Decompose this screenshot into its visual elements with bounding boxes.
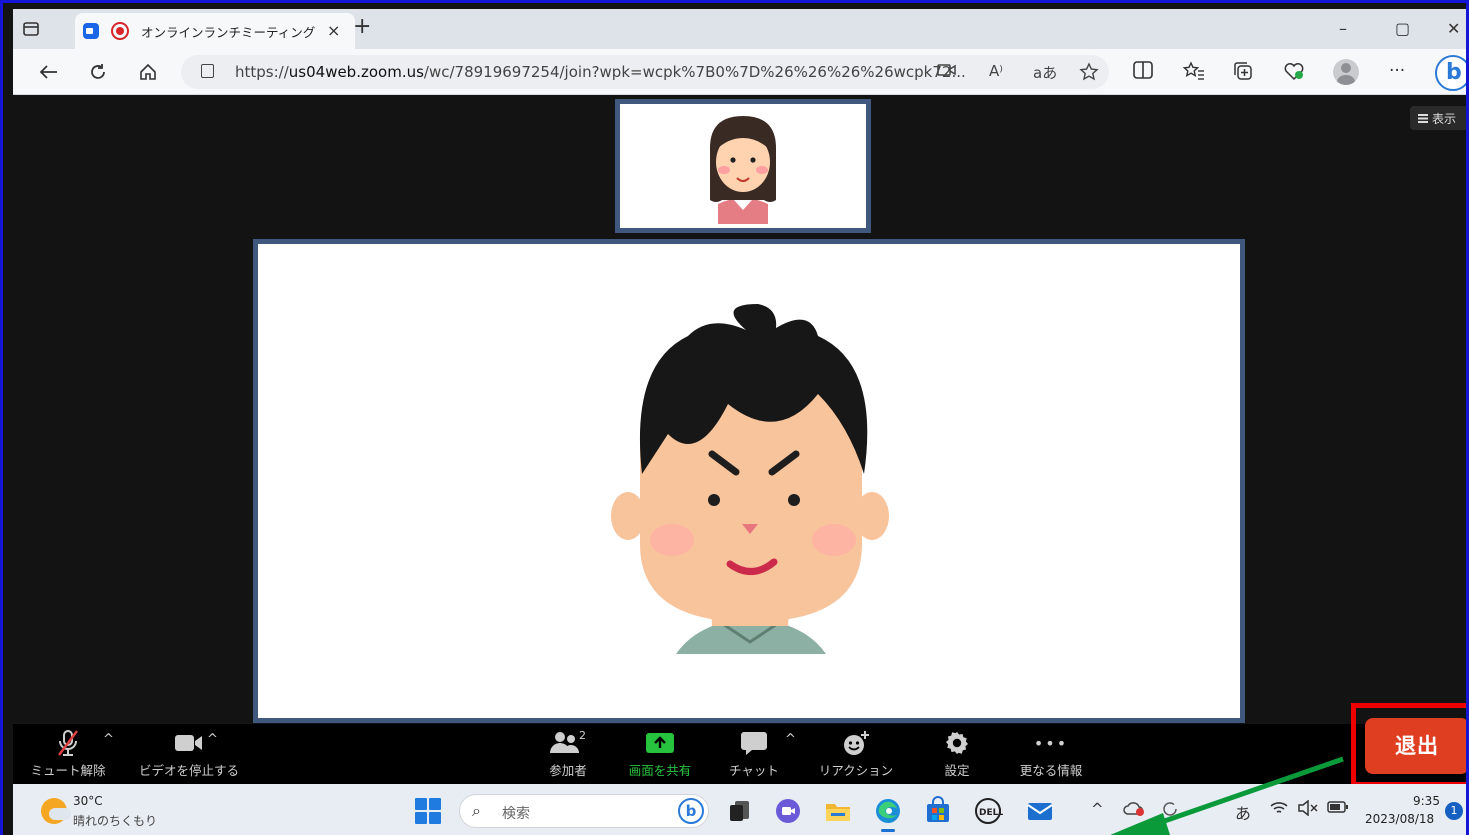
teams-chat-icon[interactable] bbox=[773, 796, 803, 826]
share-screen-label: 画面を共有 bbox=[628, 763, 692, 778]
active-tab[interactable]: オンラインランチミーティング × bbox=[75, 13, 355, 49]
favorite-star-icon[interactable] bbox=[1079, 62, 1099, 86]
weather-description[interactable]: 晴れのちくもり bbox=[73, 812, 157, 829]
more-options-button[interactable]: ••• 更なる情報 bbox=[1011, 728, 1091, 782]
profile-avatar-icon[interactable] bbox=[1333, 59, 1359, 85]
search-placeholder: 検索 bbox=[502, 806, 530, 822]
weather-sun-cloud-icon[interactable] bbox=[41, 798, 71, 824]
active-speaker-tile[interactable] bbox=[253, 239, 1245, 723]
share-screen-button[interactable]: 画面を共有 bbox=[619, 728, 701, 782]
man-avatar-illustration bbox=[611, 304, 889, 654]
woman-avatar-illustration bbox=[710, 116, 776, 224]
refresh-icon[interactable] bbox=[85, 59, 111, 85]
clock-date[interactable]: 2023/08/18 bbox=[1365, 812, 1434, 826]
reactions-label: リアクション bbox=[818, 763, 894, 778]
collections-icon[interactable] bbox=[1233, 61, 1253, 86]
split-screen-icon[interactable] bbox=[1133, 61, 1153, 84]
chat-options-caret-icon[interactable]: ^ bbox=[785, 732, 796, 747]
grid-view-icon bbox=[1418, 114, 1428, 123]
view-label: 表示 bbox=[1432, 112, 1457, 126]
edge-browser-icon[interactable] bbox=[873, 796, 903, 832]
address-bar[interactable]: https://us04web.zoom.us/wc/78919697254/j… bbox=[181, 55, 1109, 89]
back-arrow-icon[interactable] bbox=[35, 59, 61, 85]
video-camera-icon bbox=[175, 735, 202, 751]
gear-icon bbox=[946, 732, 968, 754]
more-menu-icon[interactable]: ··· bbox=[1389, 61, 1405, 81]
stop-video-label: ビデオを停止する bbox=[138, 763, 239, 778]
screenshot-frame: オンラインランチミーティング × + – ▢ ✕ https://us04web… bbox=[0, 0, 1469, 835]
read-aloud-icon[interactable]: A⁾ bbox=[989, 62, 1003, 80]
participants-label: 参加者 bbox=[549, 763, 587, 778]
tab-close-icon[interactable]: × bbox=[327, 21, 340, 40]
annotation-arrow-icon bbox=[1110, 756, 1344, 835]
more-options-label: 更なる情報 bbox=[1019, 763, 1083, 778]
settings-label: 設定 bbox=[944, 763, 970, 778]
bing-search-icon[interactable]: b bbox=[678, 798, 704, 824]
leave-meeting-button[interactable]: 退出 bbox=[1365, 718, 1466, 774]
notification-badge[interactable]: 1 bbox=[1445, 802, 1463, 820]
page-info-icon[interactable] bbox=[201, 64, 214, 78]
stop-video-button[interactable]: ビデオを停止する bbox=[131, 728, 247, 782]
bing-copilot-button[interactable]: b bbox=[1435, 55, 1466, 91]
file-explorer-icon[interactable] bbox=[823, 796, 853, 826]
participants-icon: 2 bbox=[550, 729, 586, 753]
meeting-video-area: 表示 bbox=[13, 96, 1466, 724]
minimize-button[interactable]: – bbox=[1339, 19, 1347, 38]
tab-title: オンラインランチミーティング bbox=[141, 25, 316, 40]
audio-options-caret-icon[interactable]: ^ bbox=[103, 732, 114, 747]
browser-tab-strip: オンラインランチミーティング × + – ▢ ✕ bbox=[13, 9, 1466, 49]
restore-button[interactable]: ▢ bbox=[1395, 19, 1410, 38]
chat-bubble-icon bbox=[741, 732, 767, 755]
translate-icon[interactable]: aあ bbox=[1033, 62, 1057, 83]
view-toggle-button[interactable]: 表示 bbox=[1410, 106, 1466, 130]
unmute-label: ミュート解除 bbox=[30, 763, 106, 778]
reaction-emoji-icon bbox=[844, 731, 869, 755]
search-icon: ⌕ bbox=[472, 801, 481, 820]
tab-actions-icon[interactable] bbox=[19, 17, 43, 41]
taskbar-search-box[interactable]: ⌕ 検索 b bbox=[459, 794, 709, 828]
chat-button[interactable]: チャット bbox=[719, 728, 789, 782]
favorites-icon[interactable] bbox=[1182, 61, 1205, 86]
weather-temperature[interactable]: 30°C bbox=[73, 794, 103, 808]
windows-start-icon[interactable] bbox=[415, 798, 441, 824]
close-window-button[interactable]: ✕ bbox=[1447, 19, 1460, 38]
new-tab-button[interactable]: + bbox=[353, 16, 371, 38]
home-icon[interactable] bbox=[135, 59, 161, 85]
settings-button[interactable]: 設定 bbox=[929, 728, 985, 782]
browser-essentials-icon[interactable] bbox=[1283, 61, 1305, 86]
participants-button[interactable]: 2 参加者 bbox=[533, 728, 603, 782]
dell-app-icon[interactable]: DELL bbox=[973, 796, 1004, 826]
task-view-icon[interactable] bbox=[725, 796, 755, 826]
browser-toolbar: https://us04web.zoom.us/wc/78919697254/j… bbox=[13, 49, 1466, 95]
video-options-caret-icon[interactable]: ^ bbox=[207, 732, 218, 747]
more-dots-icon: ••• bbox=[1033, 733, 1069, 753]
url-text[interactable]: https://us04web.zoom.us/wc/78919697254/j… bbox=[235, 63, 966, 81]
recording-icon bbox=[111, 22, 129, 40]
video-capture-icon[interactable] bbox=[937, 62, 957, 82]
chat-label: チャット bbox=[729, 763, 779, 778]
clock-time[interactable]: 9:35 bbox=[1413, 794, 1440, 808]
mail-icon[interactable] bbox=[1025, 796, 1055, 826]
participants-count: 2 bbox=[579, 729, 586, 742]
unmute-button[interactable]: ミュート解除 bbox=[27, 728, 109, 782]
participant-tile-small[interactable] bbox=[615, 99, 871, 233]
zoom-favicon-icon bbox=[83, 23, 99, 39]
reactions-button[interactable]: リアクション bbox=[809, 728, 903, 782]
share-screen-icon bbox=[646, 733, 674, 753]
svg-text:DELL: DELL bbox=[979, 808, 1003, 818]
microsoft-store-icon[interactable] bbox=[923, 796, 953, 826]
microphone-muted-icon bbox=[58, 730, 78, 756]
